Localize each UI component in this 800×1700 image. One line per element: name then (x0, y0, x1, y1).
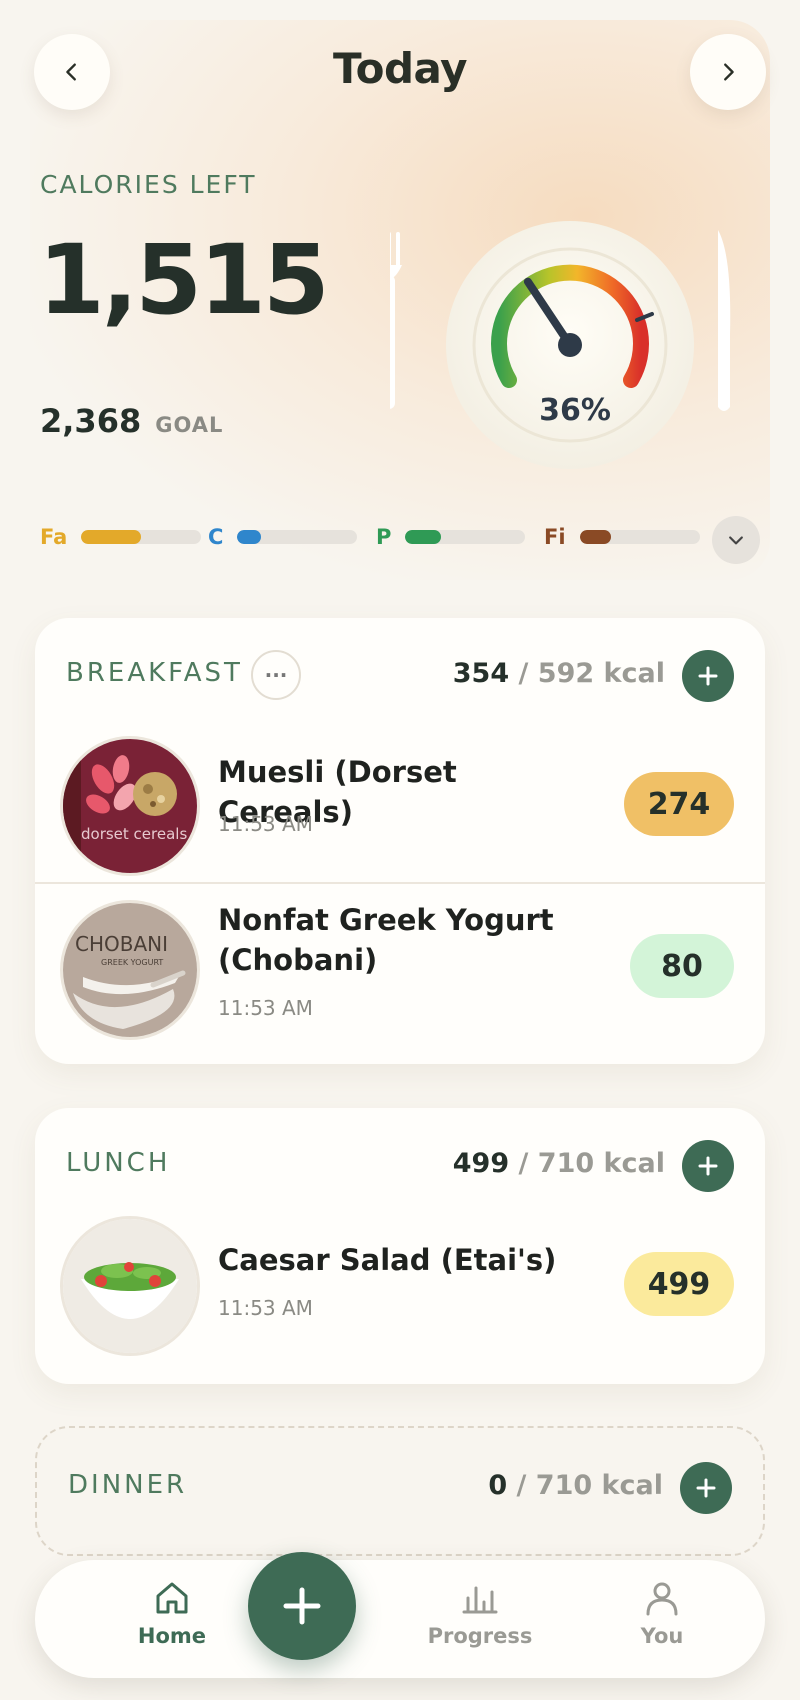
meal-kcal: 354 / 592 kcal (453, 658, 665, 689)
food-name: Nonfat Greek Yogurt (Chobani) (218, 903, 554, 977)
macro-track (579, 530, 700, 544)
food-thumbnail: dorset cereals (60, 736, 200, 876)
chart-icon (462, 1586, 498, 1614)
food-time: 11:53 AM (218, 996, 313, 1020)
kcal-target: 710 kcal (535, 1470, 663, 1501)
meal-title: BREAKFAST (66, 658, 243, 688)
plus-icon (283, 1587, 321, 1625)
macro-bars: Fa C P Fi (40, 516, 760, 564)
food-thumbnail: CHOBANI GREEK YOGURT (60, 900, 200, 1040)
thumb-brand-subtext: GREEK YOGURT (101, 958, 163, 967)
expand-macros-button[interactable] (712, 516, 760, 564)
calories-left-value: 1,515 (38, 224, 330, 336)
food-thumbnail (60, 1216, 200, 1356)
tab-label: Home (137, 1624, 207, 1648)
bottom-tab-bar: Home Progress You (35, 1560, 765, 1678)
tab-label: Progress (427, 1624, 533, 1648)
macro-protein: P (376, 520, 526, 554)
macro-carbs: C (208, 520, 358, 554)
kcal-eaten: 499 (452, 1148, 510, 1179)
macro-label: Fa (40, 525, 68, 549)
food-row[interactable]: dorset cereals Muesli (Dorset Cereals) 1… (35, 726, 765, 890)
home-icon (156, 1582, 188, 1614)
add-dinner-button[interactable] (680, 1462, 732, 1514)
row-divider (35, 882, 765, 884)
macro-track (81, 530, 202, 544)
kcal-target: 710 kcal (537, 1148, 665, 1179)
macro-fill (579, 530, 611, 544)
tab-label: You (640, 1624, 684, 1648)
food-calories-pill: 499 (624, 1252, 734, 1316)
kcal-separator: / (507, 1470, 536, 1501)
dinner-card[interactable]: DINNER 0 / 710 kcal (35, 1426, 765, 1556)
goal-value: 2,368 (40, 402, 142, 440)
macro-label: C (208, 525, 224, 549)
add-lunch-button[interactable] (682, 1140, 734, 1192)
fork-icon (376, 232, 402, 409)
macro-label: P (376, 525, 392, 549)
kcal-target: 592 kcal (537, 658, 665, 689)
breakfast-card: BREAKFAST ··· 354 / 592 kcal dorset cere… (35, 618, 765, 1064)
kcal-eaten: 0 (488, 1470, 508, 1501)
food-row[interactable]: Caesar Salad (Etai's) 11:53 AM 499 (35, 1216, 765, 1376)
kcal-separator: / (509, 1148, 538, 1179)
page-title: Today (333, 44, 467, 93)
food-time: 11:53 AM (218, 812, 313, 836)
macro-fill (81, 530, 142, 544)
plus-icon (698, 666, 718, 686)
lunch-card: LUNCH 499 / 710 kcal Caesar Salad (Etai'… (35, 1108, 765, 1384)
macro-fat: Fa (40, 520, 202, 554)
calories-left-label: CALORIES LEFT (40, 170, 257, 199)
macro-fill (405, 530, 442, 544)
food-row[interactable]: CHOBANI GREEK YOGURT Nonfat Greek Yogurt… (35, 890, 765, 1060)
meal-title: DINNER (68, 1470, 188, 1500)
goal-label: GOAL (155, 413, 224, 437)
chevron-down-icon (729, 536, 743, 545)
calorie-gauge[interactable]: 36% (376, 215, 750, 475)
tab-you[interactable]: You (597, 1578, 727, 1648)
kcal-separator: / (509, 658, 538, 689)
gauge-hub (558, 333, 582, 357)
kcal-eaten: 354 (452, 658, 510, 689)
meal-title: LUNCH (66, 1148, 171, 1178)
tab-progress[interactable]: Progress (415, 1578, 545, 1648)
macro-label: Fi (544, 525, 566, 549)
macro-fill (237, 530, 262, 544)
more-icon: ··· (264, 663, 288, 687)
meal-kcal: 499 / 710 kcal (453, 1148, 665, 1179)
calorie-goal: 2,368 GOAL (40, 402, 223, 440)
food-calories-pill: 80 (630, 934, 734, 998)
macro-track (237, 530, 358, 544)
knife-icon (718, 230, 731, 411)
next-day-button[interactable] (690, 34, 766, 110)
person-icon (646, 1582, 678, 1616)
chevron-right-icon (724, 63, 734, 81)
thumb-brand-text: CHOBANI (75, 932, 168, 956)
plus-icon (696, 1478, 716, 1498)
add-food-fab[interactable] (248, 1552, 356, 1660)
food-time: 11:53 AM (218, 1296, 313, 1320)
gauge-percent: 36% (539, 393, 611, 428)
plus-icon (698, 1156, 718, 1176)
macro-track (405, 530, 526, 544)
meal-kcal: 0 / 710 kcal (488, 1470, 663, 1501)
food-calories-pill: 274 (624, 772, 734, 836)
breakfast-more-button[interactable]: ··· (251, 650, 301, 700)
macro-fiber: Fi (544, 520, 700, 554)
tab-home[interactable]: Home (107, 1578, 237, 1648)
add-breakfast-button[interactable] (682, 650, 734, 702)
thumb-brand-text: dorset cereals (81, 825, 187, 843)
food-name: Caesar Salad (Etai's) (218, 1243, 557, 1277)
